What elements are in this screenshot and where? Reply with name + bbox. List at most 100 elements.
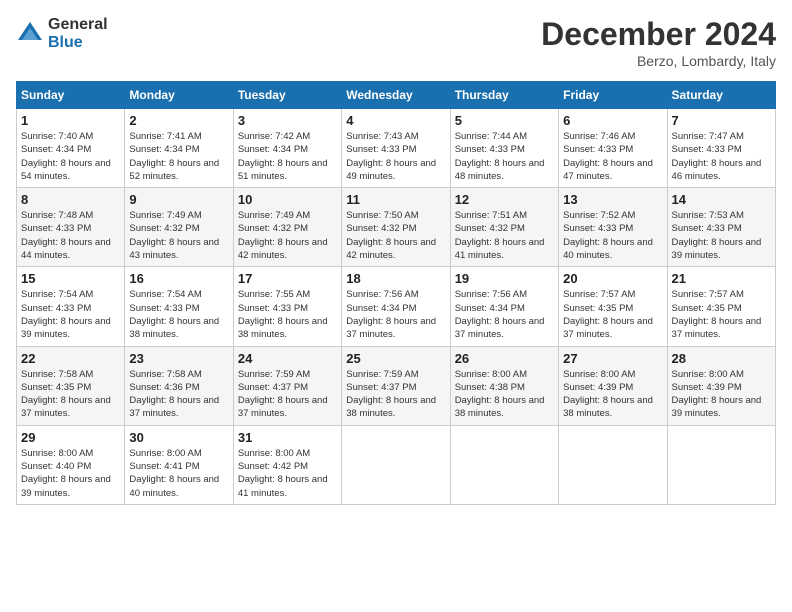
calendar-header-monday: Monday bbox=[125, 82, 233, 109]
calendar-cell-day-2: 2Sunrise: 7:41 AM Sunset: 4:34 PM Daylig… bbox=[125, 109, 233, 188]
cell-details: Sunrise: 7:58 AM Sunset: 4:35 PM Dayligh… bbox=[21, 368, 120, 421]
day-number: 21 bbox=[672, 271, 771, 286]
cell-details: Sunrise: 7:49 AM Sunset: 4:32 PM Dayligh… bbox=[238, 209, 337, 262]
cell-details: Sunrise: 7:47 AM Sunset: 4:33 PM Dayligh… bbox=[672, 130, 771, 183]
day-number: 5 bbox=[455, 113, 554, 128]
calendar-week-4: 22 Sunrise: 7:58 AM Sunset: 4:35 PM Dayli… bbox=[17, 346, 776, 425]
calendar-cell-day-11: 11 Sunrise: 7:50 AM Sunset: 4:32 PM Dayli… bbox=[342, 188, 450, 267]
calendar-cell-day-9: 9 Sunrise: 7:49 AM Sunset: 4:32 PM Daylig… bbox=[125, 188, 233, 267]
day-number: 22 bbox=[21, 351, 120, 366]
cell-details: Sunrise: 7:59 AM Sunset: 4:37 PM Dayligh… bbox=[346, 368, 445, 421]
calendar-cell-day-30: 30 Sunrise: 8:00 AM Sunset: 4:41 PM Dayli… bbox=[125, 425, 233, 504]
day-number: 1 bbox=[21, 113, 120, 128]
day-number: 17 bbox=[238, 271, 337, 286]
cell-details: Sunrise: 8:00 AM Sunset: 4:41 PM Dayligh… bbox=[129, 447, 228, 500]
day-number: 11 bbox=[346, 192, 445, 207]
cell-details: Sunrise: 7:50 AM Sunset: 4:32 PM Dayligh… bbox=[346, 209, 445, 262]
calendar-cell-day-26: 26 Sunrise: 8:00 AM Sunset: 4:38 PM Dayli… bbox=[450, 346, 558, 425]
day-number: 6 bbox=[563, 113, 662, 128]
day-number: 16 bbox=[129, 271, 228, 286]
logo-icon bbox=[16, 20, 44, 48]
cell-details: Sunrise: 7:54 AM Sunset: 4:33 PM Dayligh… bbox=[129, 288, 228, 341]
calendar-cell-day-23: 23 Sunrise: 7:58 AM Sunset: 4:36 PM Dayli… bbox=[125, 346, 233, 425]
cell-details: Sunrise: 8:00 AM Sunset: 4:42 PM Dayligh… bbox=[238, 447, 337, 500]
empty-cell bbox=[559, 425, 667, 504]
calendar-cell-day-7: 7 Sunrise: 7:47 AM Sunset: 4:33 PM Daylig… bbox=[667, 109, 775, 188]
cell-details: Sunrise: 7:54 AM Sunset: 4:33 PM Dayligh… bbox=[21, 288, 120, 341]
calendar-cell-day-29: 29 Sunrise: 8:00 AM Sunset: 4:40 PM Dayli… bbox=[17, 425, 125, 504]
calendar-week-1: 1 Sunrise: 7:40 AM Sunset: 4:34 PM Daylig… bbox=[17, 109, 776, 188]
location: Berzo, Lombardy, Italy bbox=[541, 53, 776, 69]
cell-details: Sunrise: 7:57 AM Sunset: 4:35 PM Dayligh… bbox=[672, 288, 771, 341]
day-number: 14 bbox=[672, 192, 771, 207]
cell-details: Sunrise: 8:00 AM Sunset: 4:38 PM Dayligh… bbox=[455, 368, 554, 421]
calendar-cell-day-27: 27Sunrise: 8:00 AM Sunset: 4:39 PM Dayli… bbox=[559, 346, 667, 425]
calendar-cell-day-28: 28Sunrise: 8:00 AM Sunset: 4:39 PM Dayli… bbox=[667, 346, 775, 425]
calendar-header-wednesday: Wednesday bbox=[342, 82, 450, 109]
cell-details: Sunrise: 7:51 AM Sunset: 4:32 PM Dayligh… bbox=[455, 209, 554, 262]
month-title: December 2024 bbox=[541, 16, 776, 53]
cell-details: Sunrise: 7:52 AM Sunset: 4:33 PM Dayligh… bbox=[563, 209, 662, 262]
day-number: 19 bbox=[455, 271, 554, 286]
calendar: SundayMondayTuesdayWednesdayThursdayFrid… bbox=[16, 81, 776, 505]
calendar-cell-day-17: 17 Sunrise: 7:55 AM Sunset: 4:33 PM Dayli… bbox=[233, 267, 341, 346]
calendar-cell-day-22: 22 Sunrise: 7:58 AM Sunset: 4:35 PM Dayli… bbox=[17, 346, 125, 425]
cell-details: Sunrise: 7:46 AM Sunset: 4:33 PM Dayligh… bbox=[563, 130, 662, 183]
day-number: 10 bbox=[238, 192, 337, 207]
cell-details: Sunrise: 7:57 AM Sunset: 4:35 PM Dayligh… bbox=[563, 288, 662, 341]
day-number: 25 bbox=[346, 351, 445, 366]
calendar-cell-day-16: 16 Sunrise: 7:54 AM Sunset: 4:33 PM Dayli… bbox=[125, 267, 233, 346]
logo: General Blue bbox=[16, 16, 108, 51]
day-number: 15 bbox=[21, 271, 120, 286]
day-number: 28 bbox=[672, 351, 771, 366]
cell-details: Sunrise: 7:44 AM Sunset: 4:33 PM Dayligh… bbox=[455, 130, 554, 183]
day-number: 4 bbox=[346, 113, 445, 128]
calendar-cell-day-14: 14 Sunrise: 7:53 AM Sunset: 4:33 PM Dayli… bbox=[667, 188, 775, 267]
calendar-cell-day-25: 25 Sunrise: 7:59 AM Sunset: 4:37 PM Dayli… bbox=[342, 346, 450, 425]
day-number: 3 bbox=[238, 113, 337, 128]
day-number: 12 bbox=[455, 192, 554, 207]
page: General Blue December 2024 Berzo, Lombar… bbox=[0, 0, 792, 612]
cell-details: Sunrise: 8:00 AM Sunset: 4:40 PM Dayligh… bbox=[21, 447, 120, 500]
calendar-cell-day-12: 12 Sunrise: 7:51 AM Sunset: 4:32 PM Dayli… bbox=[450, 188, 558, 267]
day-number: 18 bbox=[346, 271, 445, 286]
empty-cell bbox=[450, 425, 558, 504]
day-number: 30 bbox=[129, 430, 228, 445]
calendar-header-sunday: Sunday bbox=[17, 82, 125, 109]
day-number: 31 bbox=[238, 430, 337, 445]
calendar-cell-day-24: 24Sunrise: 7:59 AM Sunset: 4:37 PM Dayli… bbox=[233, 346, 341, 425]
empty-cell bbox=[667, 425, 775, 504]
cell-details: Sunrise: 7:53 AM Sunset: 4:33 PM Dayligh… bbox=[672, 209, 771, 262]
cell-details: Sunrise: 7:58 AM Sunset: 4:36 PM Dayligh… bbox=[129, 368, 228, 421]
calendar-cell-day-10: 10 Sunrise: 7:49 AM Sunset: 4:32 PM Dayli… bbox=[233, 188, 341, 267]
cell-details: Sunrise: 7:48 AM Sunset: 4:33 PM Dayligh… bbox=[21, 209, 120, 262]
cell-details: Sunrise: 7:43 AM Sunset: 4:33 PM Dayligh… bbox=[346, 130, 445, 183]
calendar-header-row: SundayMondayTuesdayWednesdayThursdayFrid… bbox=[17, 82, 776, 109]
day-number: 7 bbox=[672, 113, 771, 128]
day-number: 24 bbox=[238, 351, 337, 366]
day-number: 2 bbox=[129, 113, 228, 128]
day-number: 8 bbox=[21, 192, 120, 207]
day-number: 29 bbox=[21, 430, 120, 445]
cell-details: Sunrise: 7:40 AM Sunset: 4:34 PM Dayligh… bbox=[21, 130, 120, 183]
logo-text: General Blue bbox=[48, 16, 108, 51]
calendar-cell-day-1: 1 Sunrise: 7:40 AM Sunset: 4:34 PM Daylig… bbox=[17, 109, 125, 188]
calendar-cell-day-18: 18 Sunrise: 7:56 AM Sunset: 4:34 PM Dayli… bbox=[342, 267, 450, 346]
day-number: 26 bbox=[455, 351, 554, 366]
calendar-cell-day-3: 3Sunrise: 7:42 AM Sunset: 4:34 PM Daylig… bbox=[233, 109, 341, 188]
day-number: 27 bbox=[563, 351, 662, 366]
calendar-cell-day-4: 4 Sunrise: 7:43 AM Sunset: 4:33 PM Daylig… bbox=[342, 109, 450, 188]
calendar-cell-day-20: 20Sunrise: 7:57 AM Sunset: 4:35 PM Dayli… bbox=[559, 267, 667, 346]
header: General Blue December 2024 Berzo, Lombar… bbox=[16, 16, 776, 69]
day-number: 9 bbox=[129, 192, 228, 207]
cell-details: Sunrise: 7:56 AM Sunset: 4:34 PM Dayligh… bbox=[455, 288, 554, 341]
calendar-cell-day-5: 5 Sunrise: 7:44 AM Sunset: 4:33 PM Daylig… bbox=[450, 109, 558, 188]
cell-details: Sunrise: 7:49 AM Sunset: 4:32 PM Dayligh… bbox=[129, 209, 228, 262]
day-number: 23 bbox=[129, 351, 228, 366]
calendar-header-tuesday: Tuesday bbox=[233, 82, 341, 109]
calendar-week-2: 8 Sunrise: 7:48 AM Sunset: 4:33 PM Daylig… bbox=[17, 188, 776, 267]
cell-details: Sunrise: 7:56 AM Sunset: 4:34 PM Dayligh… bbox=[346, 288, 445, 341]
calendar-cell-day-19: 19 Sunrise: 7:56 AM Sunset: 4:34 PM Dayli… bbox=[450, 267, 558, 346]
cell-details: Sunrise: 7:55 AM Sunset: 4:33 PM Dayligh… bbox=[238, 288, 337, 341]
calendar-cell-day-8: 8 Sunrise: 7:48 AM Sunset: 4:33 PM Daylig… bbox=[17, 188, 125, 267]
